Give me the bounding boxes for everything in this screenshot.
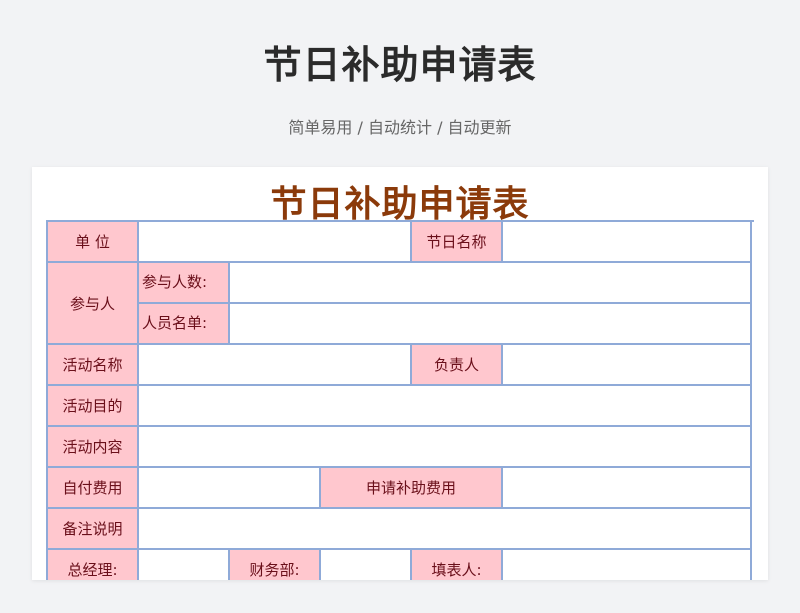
activity-content-label: 活动内容 <box>48 427 139 468</box>
form-preview-card: 节日补助申请表 单 位 节日名称 参与人 参与人数: 人员名单: 活动名称 负责… <box>32 167 768 580</box>
requested-subsidy-label: 申请补助费用 <box>321 468 503 509</box>
person-in-charge-label: 负责人 <box>412 345 503 386</box>
self-paid-cost-field[interactable] <box>139 468 321 509</box>
page-title: 节日补助申请表 <box>263 43 537 87</box>
remarks-label: 备注说明 <box>48 509 139 550</box>
self-paid-cost-label: 自付费用 <box>48 468 139 509</box>
general-manager-label: 总经理: <box>48 550 139 580</box>
activity-purpose-label: 活动目的 <box>48 386 139 427</box>
page-subtitle: 简单易用 / 自动统计 / 自动更新 <box>288 118 512 137</box>
finance-dept-label: 财务部: <box>230 550 321 580</box>
participants-label: 参与人 <box>48 263 139 345</box>
activity-content-field[interactable] <box>139 427 752 468</box>
holiday-name-label: 节日名称 <box>412 222 503 263</box>
activity-purpose-field[interactable] <box>139 386 752 427</box>
finance-dept-field[interactable] <box>321 550 412 580</box>
activity-name-label: 活动名称 <box>48 345 139 386</box>
person-in-charge-field[interactable] <box>503 345 752 386</box>
filled-by-field[interactable] <box>503 550 752 580</box>
application-form-table: 单 位 节日名称 参与人 参与人数: 人员名单: 活动名称 负责人 活动目的 活… <box>46 220 754 580</box>
participant-count-field[interactable] <box>230 263 752 304</box>
unit-label: 单 位 <box>48 222 139 263</box>
activity-name-field[interactable] <box>139 345 412 386</box>
holiday-name-field[interactable] <box>503 222 752 263</box>
participant-count-label: 参与人数: <box>139 263 230 304</box>
unit-field[interactable] <box>139 222 412 263</box>
participant-list-label: 人员名单: <box>139 304 230 345</box>
remarks-field[interactable] <box>139 509 752 550</box>
filled-by-label: 填表人: <box>412 550 503 580</box>
general-manager-field[interactable] <box>139 550 230 580</box>
requested-subsidy-field[interactable] <box>503 468 752 509</box>
participant-list-field[interactable] <box>230 304 752 345</box>
